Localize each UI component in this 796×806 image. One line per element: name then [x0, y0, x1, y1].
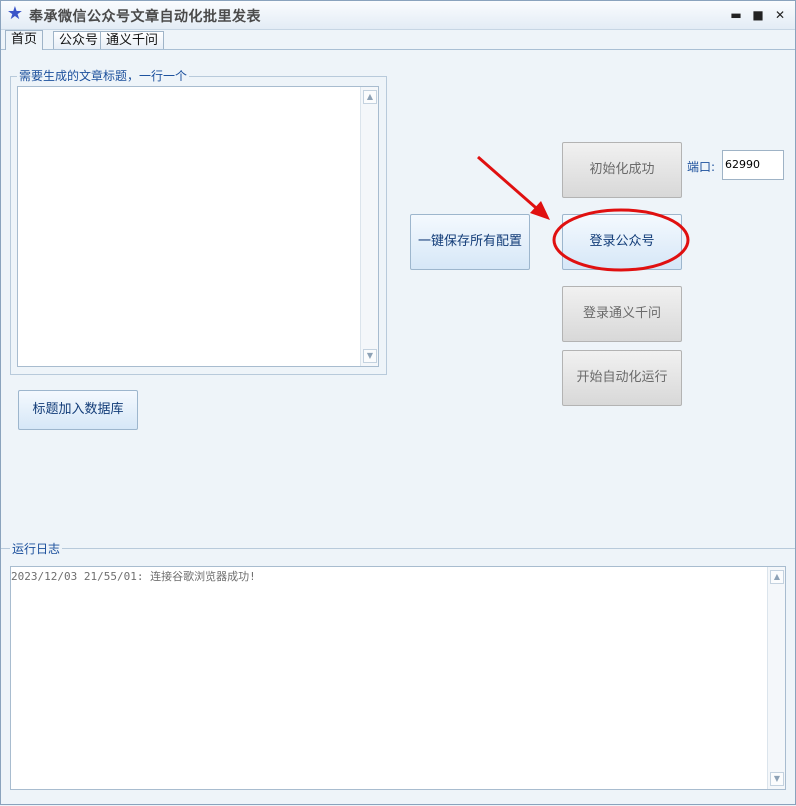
- annotation-arrowhead: [530, 201, 550, 220]
- titles-group: 需要生成的文章标题，一行一个 ▲ ▼: [10, 69, 387, 375]
- scroll-down-icon[interactable]: ▼: [363, 349, 377, 363]
- log-scrollbar[interactable]: ▲ ▼: [767, 567, 785, 789]
- title-bar: ★ 奉承微信公众号文章自动化批里发表 ▬ ■ ✕: [1, 1, 795, 30]
- app-window: ★ 奉承微信公众号文章自动化批里发表 ▬ ■ ✕ 首页 公众号 通义千问 需要生…: [0, 0, 796, 805]
- add-titles-to-db-button[interactable]: 标题加入数据库: [18, 390, 138, 430]
- tab-bar: 首页 公众号 通义千问: [1, 29, 795, 50]
- titles-group-label: 需要生成的文章标题，一行一个: [17, 69, 190, 83]
- login-wechat-button[interactable]: 登录公众号: [562, 214, 682, 270]
- init-success-button[interactable]: 初始化成功: [562, 142, 682, 198]
- titles-scrollbar[interactable]: ▲ ▼: [360, 87, 378, 366]
- tab-official-account[interactable]: 公众号: [53, 31, 105, 49]
- window-title: 奉承微信公众号文章自动化批里发表: [29, 9, 261, 25]
- minimize-button[interactable]: ▬: [728, 7, 744, 23]
- log-label: 运行日志: [10, 540, 63, 557]
- login-tongyi-button[interactable]: 登录通义千问: [562, 286, 682, 342]
- save-all-config-button[interactable]: 一键保存所有配置: [410, 214, 530, 270]
- log-textarea[interactable]: 2023/12/03 21/55/01: 连接谷歌浏览器成功! ▲ ▼: [10, 566, 786, 790]
- port-label: 端口:: [687, 160, 716, 174]
- annotation-arrow: [477, 155, 544, 216]
- close-button[interactable]: ✕: [772, 7, 788, 23]
- star-icon: ★: [6, 3, 24, 24]
- log-separator: [1, 548, 795, 549]
- start-automation-button[interactable]: 开始自动化运行: [562, 350, 682, 406]
- scroll-down-icon[interactable]: ▼: [770, 772, 784, 786]
- port-input[interactable]: 62990: [722, 150, 784, 180]
- tab-home[interactable]: 首页: [5, 30, 44, 50]
- maximize-button[interactable]: ■: [750, 7, 766, 23]
- scroll-up-icon[interactable]: ▲: [770, 570, 784, 584]
- log-line: 2023/12/03 21/55/01: 连接谷歌浏览器成功!: [11, 570, 256, 583]
- titles-textarea[interactable]: ▲ ▼: [17, 86, 379, 367]
- scroll-up-icon[interactable]: ▲: [363, 90, 377, 104]
- tab-tongyi-qianwen[interactable]: 通义千问: [100, 31, 165, 49]
